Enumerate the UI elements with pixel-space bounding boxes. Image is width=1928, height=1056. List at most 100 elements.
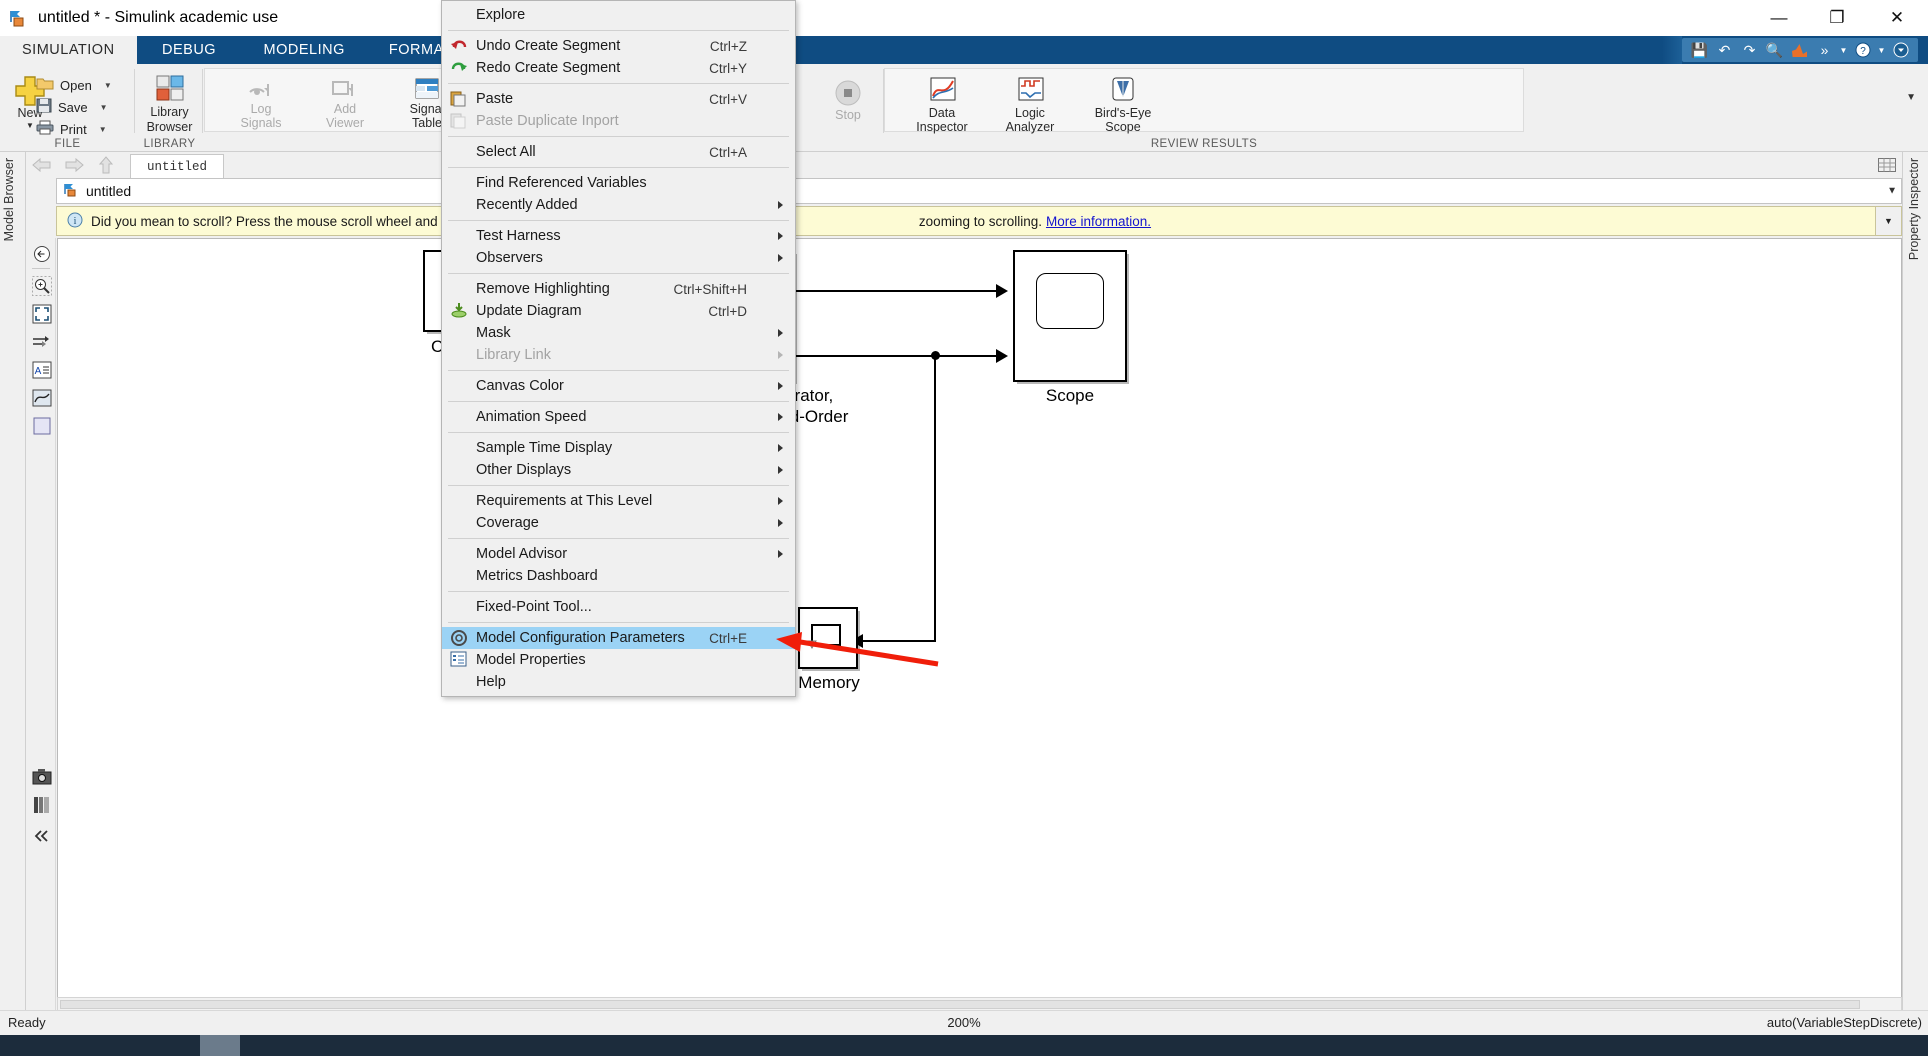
nav-up-icon[interactable] <box>90 152 122 178</box>
menu-item-animation-speed[interactable]: Animation Speed <box>442 406 795 428</box>
fit-to-view-icon[interactable] <box>30 302 54 326</box>
notification-chevron-down-icon[interactable]: ▼ <box>1875 207 1901 235</box>
menu-item-remove-highlighting[interactable]: Remove HighlightingCtrl+Shift+H <box>442 278 795 300</box>
log-signals-button[interactable]: Log Signals <box>230 76 292 131</box>
tab-debug[interactable]: DEBUG <box>137 36 242 64</box>
menu-item-recently-added[interactable]: Recently Added <box>442 194 795 216</box>
menu-item-select-all[interactable]: Select AllCtrl+A <box>442 141 795 163</box>
menu-item-label: Undo Create Segment <box>476 38 620 54</box>
library-browser-button[interactable]: Library Browser <box>136 74 203 134</box>
menu-item-model-advisor[interactable]: Model Advisor <box>442 543 795 565</box>
property-inspector-label[interactable]: Property Inspector <box>1907 158 1921 260</box>
menu-separator <box>448 485 789 486</box>
save-chevron-down-icon[interactable]: ▼ <box>100 103 108 112</box>
menu-item-find-referenced-variables[interactable]: Find Referenced Variables <box>442 172 795 194</box>
menu-item-coverage[interactable]: Coverage <box>442 512 795 534</box>
minimize-button[interactable]: — <box>1750 0 1808 36</box>
menu-item-label: Help <box>476 674 506 690</box>
menu-item-canvas-color[interactable]: Canvas Color <box>442 375 795 397</box>
menu-separator <box>448 83 789 84</box>
menu-item-redo-create-segment[interactable]: Redo Create SegmentCtrl+Y <box>442 57 795 79</box>
menu-item-mask[interactable]: Mask <box>442 322 795 344</box>
annotation-icon[interactable]: A <box>30 358 54 382</box>
horizontal-scrollbar[interactable] <box>57 997 1902 1011</box>
save-button[interactable]: Save ▼ <box>36 98 108 116</box>
menu-item-undo-create-segment[interactable]: Undo Create SegmentCtrl+Z <box>442 35 795 57</box>
model-canvas[interactable]: -9.8 Constant u dx 0 x dx 1 s 2 <box>57 238 1902 1010</box>
tab-modeling[interactable]: MODELING <box>242 36 367 64</box>
close-button[interactable]: ✕ <box>1866 0 1928 36</box>
birds-eye-scope-button[interactable]: Bird's-Eye Scope <box>1080 76 1166 135</box>
ribbon-group-review-label: REVIEW RESULTS <box>884 138 1524 150</box>
favorites-icon[interactable]: » <box>1812 38 1837 62</box>
favorites-chevron-down-icon[interactable]: ▼ <box>1837 38 1850 62</box>
menu-item-fixed-point-tool[interactable]: Fixed-Point Tool... <box>442 596 795 618</box>
more-information-link[interactable]: More information. <box>1046 214 1151 229</box>
stop-button[interactable]: Stop <box>820 78 876 122</box>
camera-icon[interactable] <box>30 765 54 789</box>
ribbon-group-library: Library Browser LIBRARY <box>136 64 203 152</box>
show-more-icon[interactable] <box>1888 38 1913 62</box>
open-button[interactable]: Open ▼ <box>36 76 112 94</box>
collapse-icon[interactable] <box>30 824 54 848</box>
area-icon[interactable] <box>30 414 54 438</box>
context-menu[interactable]: Explore Undo Create SegmentCtrl+ZRedo Cre… <box>441 0 796 697</box>
help-chevron-down-icon[interactable]: ▼ <box>1875 38 1888 62</box>
save-icon[interactable]: 💾 <box>1687 38 1712 62</box>
matlab-icon[interactable] <box>1787 38 1812 62</box>
submenu-arrow-icon <box>778 444 783 452</box>
add-viewer-button[interactable]: Add Viewer <box>314 76 376 131</box>
nav-forward-icon[interactable] <box>58 152 90 178</box>
breadcrumb[interactable]: untitled ▼ <box>56 178 1902 204</box>
maximize-button[interactable]: ❐ <box>1808 0 1866 36</box>
menu-item-explore[interactable]: Explore <box>442 4 795 26</box>
undo-icon[interactable]: ↶ <box>1712 38 1737 62</box>
menu-item-shortcut: Ctrl+V <box>709 92 747 107</box>
menu-separator <box>448 538 789 539</box>
menu-item-other-displays[interactable]: Other Displays <box>442 459 795 481</box>
zoom-in-icon[interactable] <box>30 274 54 298</box>
solver-status[interactable]: auto(VariableStepDiscrete) <box>1767 1015 1922 1030</box>
menu-item-label: Canvas Color <box>476 378 564 394</box>
navigate-back-icon[interactable] <box>30 242 54 266</box>
menu-item-model-properties[interactable]: Model Properties <box>442 649 795 671</box>
zoom-level[interactable]: 200% <box>947 1015 980 1030</box>
tab-simulation[interactable]: SIMULATION <box>0 36 137 64</box>
open-chevron-down-icon[interactable]: ▼ <box>104 81 112 90</box>
scrollbar-thumb[interactable] <box>60 1000 1860 1009</box>
model-browser-label[interactable]: Model Browser <box>2 158 16 241</box>
new-chevron-down-icon[interactable]: ▼ <box>26 121 34 130</box>
menu-item-metrics-dashboard[interactable]: Metrics Dashboard <box>442 565 795 587</box>
menu-item-label: Explore <box>476 7 525 23</box>
menu-item-model-configuration-parameters[interactable]: Model Configuration ParametersCtrl+E <box>442 627 795 649</box>
logic-analyzer-button[interactable]: Logic Analyzer <box>992 76 1068 135</box>
taskbar-item[interactable] <box>200 1035 240 1056</box>
menu-separator <box>448 30 789 31</box>
ribbon-expand-chevron-icon[interactable]: ▼ <box>1906 92 1916 103</box>
undo-icon <box>450 37 468 55</box>
menu-item-update-diagram[interactable]: Update DiagramCtrl+D <box>442 300 795 322</box>
update-diagram-icon <box>450 302 468 320</box>
print-chevron-down-icon[interactable]: ▼ <box>99 125 107 134</box>
model-tab-untitled[interactable]: untitled <box>130 154 224 178</box>
menu-item-requirements-at-this-level[interactable]: Requirements at This Level <box>442 490 795 512</box>
arrow-head <box>996 348 1012 364</box>
library-icon[interactable] <box>30 793 54 817</box>
menu-item-test-harness[interactable]: Test Harness <box>442 225 795 247</box>
menu-item-paste[interactable]: PasteCtrl+V <box>442 88 795 110</box>
redo-icon[interactable]: ↷ <box>1737 38 1762 62</box>
nav-back-icon[interactable] <box>26 152 58 178</box>
print-button[interactable]: Print ▼ <box>36 120 107 138</box>
menu-item-observers[interactable]: Observers <box>442 247 795 269</box>
scope-preview-icon[interactable] <box>30 386 54 410</box>
layout-grid-icon[interactable] <box>1878 158 1896 172</box>
menu-item-label: Update Diagram <box>476 303 582 319</box>
search-icon[interactable]: 🔍 <box>1762 38 1787 62</box>
help-icon[interactable]: ? <box>1850 38 1875 62</box>
data-inspector-button[interactable]: Data Inspector <box>904 76 980 135</box>
menu-item-sample-time-display[interactable]: Sample Time Display <box>442 437 795 459</box>
signal-routing-icon[interactable] <box>30 330 54 354</box>
signal-table-label: Signal Table <box>410 102 445 131</box>
breadcrumb-chevron-down-icon[interactable]: ▼ <box>1887 186 1897 197</box>
menu-item-help[interactable]: Help <box>442 671 795 693</box>
